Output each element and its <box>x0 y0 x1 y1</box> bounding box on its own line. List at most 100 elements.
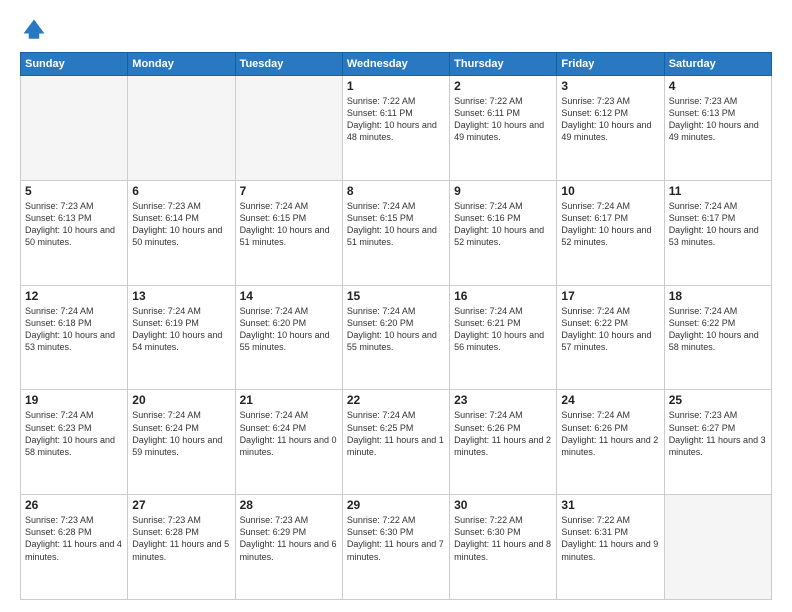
calendar-cell <box>21 76 128 181</box>
cell-info: Sunrise: 7:22 AMSunset: 6:30 PMDaylight:… <box>454 514 552 563</box>
calendar-cell <box>128 76 235 181</box>
calendar-week-row: 5 Sunrise: 7:23 AMSunset: 6:13 PMDaylight… <box>21 180 772 285</box>
calendar-cell: 8Sunrise: 7:24 AMSunset: 6:15 PMDaylight… <box>342 180 449 285</box>
calendar-week-row: 19Sunrise: 7:24 AMSunset: 6:23 PMDayligh… <box>21 390 772 495</box>
calendar-cell <box>235 76 342 181</box>
day-of-week-header: Thursday <box>450 53 557 76</box>
cell-info: Sunrise: 7:22 AMSunset: 6:31 PMDaylight:… <box>561 514 659 563</box>
day-number: 5 <box>25 184 123 198</box>
day-number: 19 <box>25 393 123 407</box>
calendar-cell: 10 Sunrise: 7:24 AMSunset: 6:17 PMDayligh… <box>557 180 664 285</box>
calendar-cell: 1 Sunrise: 7:22 AMSunset: 6:11 PMDaylight… <box>342 76 449 181</box>
day-number: 26 <box>25 498 123 512</box>
day-number: 11 <box>669 184 767 198</box>
day-of-week-header: Wednesday <box>342 53 449 76</box>
day-number: 1 <box>347 79 445 93</box>
calendar-cell: 16 Sunrise: 7:24 AMSunset: 6:21 PMDayligh… <box>450 285 557 390</box>
cell-info: Sunrise: 7:24 AMSunset: 6:20 PMDaylight:… <box>347 305 445 354</box>
calendar-cell: 15 Sunrise: 7:24 AMSunset: 6:20 PMDayligh… <box>342 285 449 390</box>
calendar-cell: 7 Sunrise: 7:24 AMSunset: 6:15 PMDaylight… <box>235 180 342 285</box>
calendar-cell: 2Sunrise: 7:22 AMSunset: 6:11 PMDaylight… <box>450 76 557 181</box>
cell-info: Sunrise: 7:24 AMSunset: 6:18 PMDaylight:… <box>25 305 123 354</box>
calendar-cell: 26 Sunrise: 7:23 AMSunset: 6:28 PMDayligh… <box>21 495 128 600</box>
calendar-cell: 12 Sunrise: 7:24 AMSunset: 6:18 PMDayligh… <box>21 285 128 390</box>
logo-icon <box>20 16 48 44</box>
day-number: 10 <box>561 184 659 198</box>
calendar-cell: 21Sunrise: 7:24 AMSunset: 6:24 PMDayligh… <box>235 390 342 495</box>
logo <box>20 16 52 44</box>
day-number: 7 <box>240 184 338 198</box>
cell-info: Sunrise: 7:24 AMSunset: 6:16 PMDaylight:… <box>454 200 552 249</box>
cell-info: Sunrise: 7:24 AMSunset: 6:26 PMDaylight:… <box>454 409 552 458</box>
calendar-cell: 17 Sunrise: 7:24 AMSunset: 6:22 PMDayligh… <box>557 285 664 390</box>
page: SundayMondayTuesdayWednesdayThursdayFrid… <box>0 0 792 612</box>
calendar-cell: 31 Sunrise: 7:22 AMSunset: 6:31 PMDayligh… <box>557 495 664 600</box>
day-number: 16 <box>454 289 552 303</box>
calendar-week-row: 12 Sunrise: 7:24 AMSunset: 6:18 PMDayligh… <box>21 285 772 390</box>
day-number: 30 <box>454 498 552 512</box>
cell-info: Sunrise: 7:24 AMSunset: 6:22 PMDaylight:… <box>669 305 767 354</box>
day-number: 23 <box>454 393 552 407</box>
calendar-cell: 23 Sunrise: 7:24 AMSunset: 6:26 PMDayligh… <box>450 390 557 495</box>
cell-info: Sunrise: 7:23 AMSunset: 6:13 PMDaylight:… <box>25 200 123 249</box>
day-number: 28 <box>240 498 338 512</box>
calendar-cell: 29Sunrise: 7:22 AMSunset: 6:30 PMDayligh… <box>342 495 449 600</box>
cell-info: Sunrise: 7:24 AMSunset: 6:17 PMDaylight:… <box>669 200 767 249</box>
cell-info: Sunrise: 7:22 AMSunset: 6:11 PMDaylight:… <box>347 95 445 144</box>
day-number: 18 <box>669 289 767 303</box>
day-number: 24 <box>561 393 659 407</box>
day-of-week-header: Friday <box>557 53 664 76</box>
day-number: 2 <box>454 79 552 93</box>
calendar-cell: 25Sunrise: 7:23 AMSunset: 6:27 PMDayligh… <box>664 390 771 495</box>
day-number: 17 <box>561 289 659 303</box>
day-number: 29 <box>347 498 445 512</box>
cell-info: Sunrise: 7:23 AMSunset: 6:12 PMDaylight:… <box>561 95 659 144</box>
cell-info: Sunrise: 7:24 AMSunset: 6:22 PMDaylight:… <box>561 305 659 354</box>
calendar-cell: 6 Sunrise: 7:23 AMSunset: 6:14 PMDaylight… <box>128 180 235 285</box>
day-number: 12 <box>25 289 123 303</box>
day-number: 21 <box>240 393 338 407</box>
day-number: 14 <box>240 289 338 303</box>
day-number: 22 <box>347 393 445 407</box>
day-number: 25 <box>669 393 767 407</box>
cell-info: Sunrise: 7:24 AMSunset: 6:19 PMDaylight:… <box>132 305 230 354</box>
cell-info: Sunrise: 7:24 AMSunset: 6:15 PMDaylight:… <box>240 200 338 249</box>
day-number: 13 <box>132 289 230 303</box>
cell-info: Sunrise: 7:24 AMSunset: 6:21 PMDaylight:… <box>454 305 552 354</box>
calendar-cell: 20Sunrise: 7:24 AMSunset: 6:24 PMDayligh… <box>128 390 235 495</box>
cell-info: Sunrise: 7:23 AMSunset: 6:29 PMDaylight:… <box>240 514 338 563</box>
cell-info: Sunrise: 7:24 AMSunset: 6:20 PMDaylight:… <box>240 305 338 354</box>
cell-info: Sunrise: 7:23 AMSunset: 6:14 PMDaylight:… <box>132 200 230 249</box>
day-of-week-header: Monday <box>128 53 235 76</box>
day-number: 4 <box>669 79 767 93</box>
calendar-cell: 24 Sunrise: 7:24 AMSunset: 6:26 PMDayligh… <box>557 390 664 495</box>
calendar-header-row: SundayMondayTuesdayWednesdayThursdayFrid… <box>21 53 772 76</box>
day-number: 15 <box>347 289 445 303</box>
calendar-week-row: 26 Sunrise: 7:23 AMSunset: 6:28 PMDayligh… <box>21 495 772 600</box>
day-of-week-header: Sunday <box>21 53 128 76</box>
calendar-cell: 11 Sunrise: 7:24 AMSunset: 6:17 PMDayligh… <box>664 180 771 285</box>
day-number: 6 <box>132 184 230 198</box>
day-number: 3 <box>561 79 659 93</box>
cell-info: Sunrise: 7:24 AMSunset: 6:25 PMDaylight:… <box>347 409 445 458</box>
calendar-cell: 22 Sunrise: 7:24 AMSunset: 6:25 PMDayligh… <box>342 390 449 495</box>
calendar-cell: 3 Sunrise: 7:23 AMSunset: 6:12 PMDaylight… <box>557 76 664 181</box>
cell-info: Sunrise: 7:23 AMSunset: 6:28 PMDaylight:… <box>25 514 123 563</box>
day-number: 8 <box>347 184 445 198</box>
day-number: 9 <box>454 184 552 198</box>
calendar-cell: 30 Sunrise: 7:22 AMSunset: 6:30 PMDayligh… <box>450 495 557 600</box>
header <box>20 16 772 44</box>
cell-info: Sunrise: 7:24 AMSunset: 6:17 PMDaylight:… <box>561 200 659 249</box>
day-of-week-header: Tuesday <box>235 53 342 76</box>
cell-info: Sunrise: 7:24 AMSunset: 6:26 PMDaylight:… <box>561 409 659 458</box>
day-number: 27 <box>132 498 230 512</box>
calendar-cell: 18 Sunrise: 7:24 AMSunset: 6:22 PMDayligh… <box>664 285 771 390</box>
cell-info: Sunrise: 7:23 AMSunset: 6:28 PMDaylight:… <box>132 514 230 563</box>
day-number: 31 <box>561 498 659 512</box>
calendar-cell <box>664 495 771 600</box>
calendar-cell: 28 Sunrise: 7:23 AMSunset: 6:29 PMDayligh… <box>235 495 342 600</box>
day-number: 20 <box>132 393 230 407</box>
calendar-cell: 27 Sunrise: 7:23 AMSunset: 6:28 PMDayligh… <box>128 495 235 600</box>
cell-info: Sunrise: 7:23 AMSunset: 6:13 PMDaylight:… <box>669 95 767 144</box>
calendar-cell: 5 Sunrise: 7:23 AMSunset: 6:13 PMDaylight… <box>21 180 128 285</box>
